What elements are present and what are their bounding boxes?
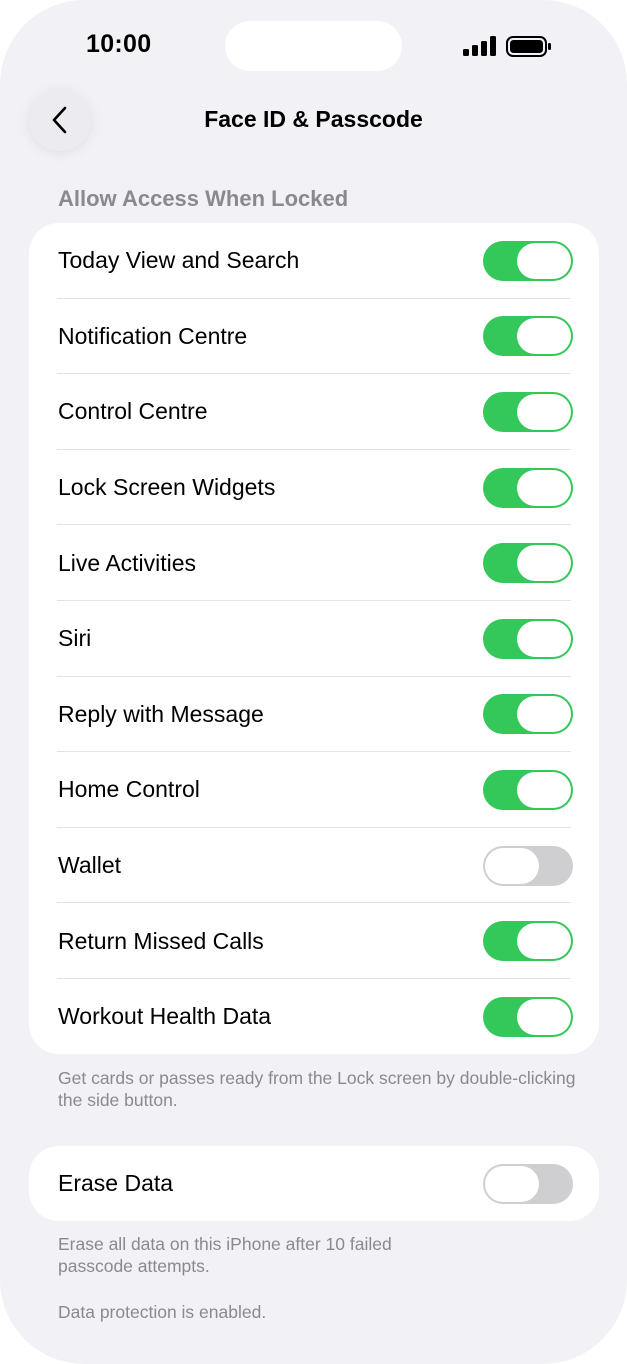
setting-row-lock-screen-widgets: Lock Screen Widgets [29,450,599,526]
toggle-knob [517,923,571,960]
erase-footnote: Erase all data on this iPhone after 10 f… [58,1234,392,1276]
toggle-knob [517,696,571,733]
section-header: Allow Access When Locked [58,186,349,211]
setting-row-wallet: Wallet [29,828,599,904]
toggle-knob [517,242,571,279]
toggle-wallet[interactable] [483,845,573,886]
toggle-control-centre[interactable] [483,391,573,432]
setting-row-live-activities: Live Activities [29,525,599,601]
data-protection-note: Data protection is enabled. [58,1302,267,1322]
setting-label: Return Missed Calls [58,927,264,954]
setting-label: Home Control [58,776,200,803]
toggle-return-missed-calls[interactable] [483,921,573,962]
setting-row-today-view-and-search: Today View and Search [29,223,599,299]
cellular-signal-icon [463,36,496,56]
toggle-home-control[interactable] [483,769,573,810]
toggle-knob [517,620,571,657]
toggle-knob [517,469,571,506]
toggle-knob [517,393,571,430]
toggle-live-activities[interactable] [483,543,573,584]
battery-icon [506,36,551,57]
toggle-siri[interactable] [483,618,573,659]
toggle-knob [485,1165,539,1202]
toggle-knob [517,545,571,582]
toggle-reply-with-message[interactable] [483,694,573,735]
setting-row-notification-centre: Notification Centre [29,299,599,375]
setting-label: Wallet [58,852,122,879]
wallet-footnote: Get cards or passes ready from the Lock … [58,1068,576,1110]
erase-data-toggle[interactable] [483,1163,573,1204]
toggle-today-view-and-search[interactable] [483,240,573,281]
toggle-notification-centre[interactable] [483,316,573,357]
setting-row-workout-health-data: Workout Health Data [29,979,599,1055]
phone-screen: 10:00 Face ID & Passcode Allow Access Wh… [0,0,627,1364]
setting-label: Lock Screen Widgets [58,474,276,501]
setting-row-control-centre: Control Centre [29,374,599,450]
toggle-knob [517,771,571,808]
setting-label: Siri [58,625,92,652]
setting-label: Notification Centre [58,322,248,349]
status-time: 10:00 [86,30,152,58]
erase-data-card: Erase Data [29,1146,599,1221]
toggle-lock-screen-widgets[interactable] [483,467,573,508]
toggle-knob [485,847,539,884]
erase-data-label: Erase Data [58,1170,174,1197]
page-title: Face ID & Passcode [204,106,423,132]
setting-row-home-control: Home Control [29,752,599,828]
setting-row-reply-with-message: Reply with Message [29,677,599,753]
setting-label: Today View and Search [58,247,300,274]
dynamic-island [225,21,402,71]
setting-label: Workout Health Data [58,1003,272,1030]
setting-row-siri: Siri [29,601,599,677]
erase-data-row: Erase Data [29,1146,599,1222]
setting-row-return-missed-calls: Return Missed Calls [29,903,599,979]
allow-access-list: Today View and Search Notification Centre… [29,223,599,1054]
toggle-knob [517,318,571,355]
setting-label: Control Centre [58,398,208,425]
setting-label: Reply with Message [58,700,264,727]
toggle-workout-health-data[interactable] [483,996,573,1037]
toggle-knob [517,998,571,1035]
setting-label: Live Activities [58,549,197,576]
